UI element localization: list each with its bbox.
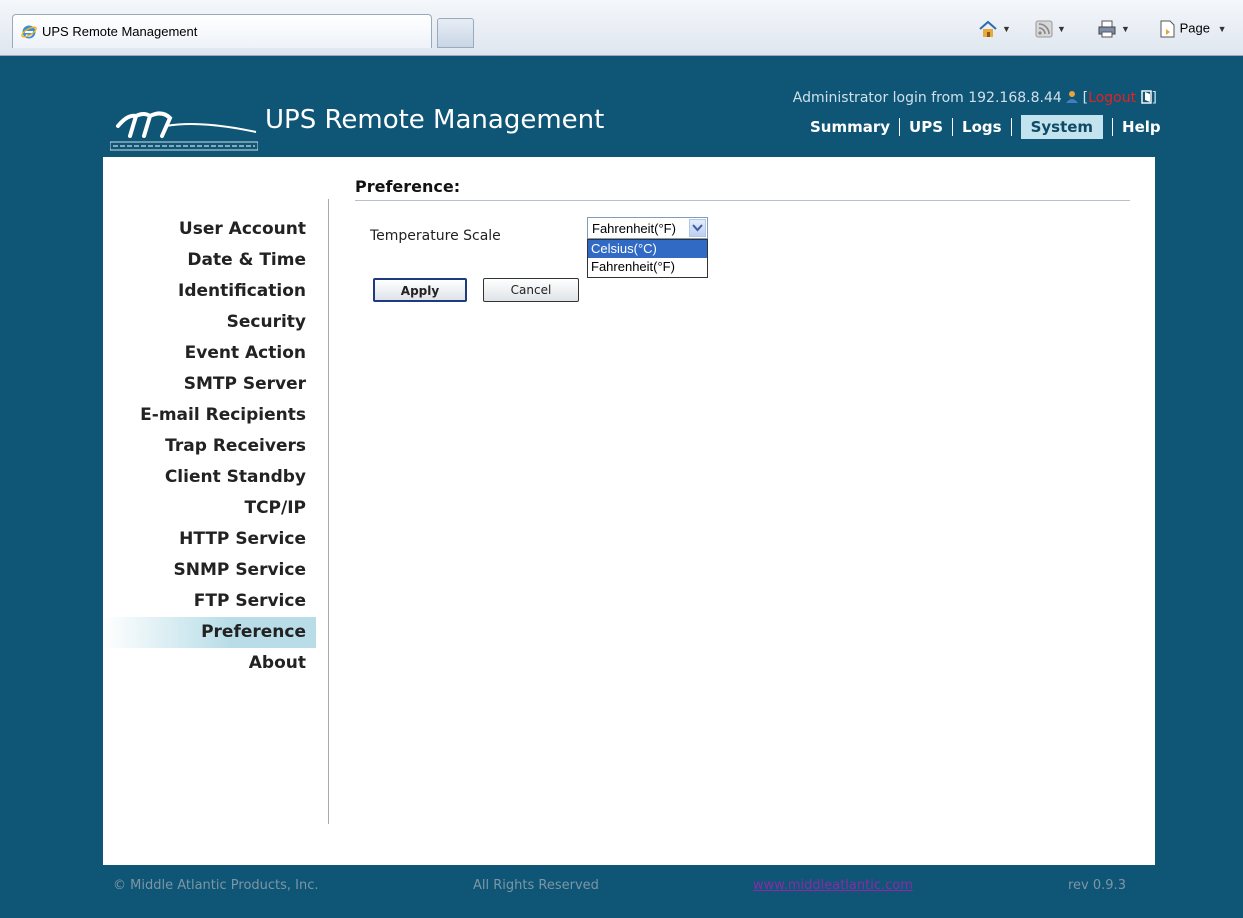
option-celsius[interactable]: Celsius(°C)	[588, 240, 707, 258]
login-text: Administrator login from 192.168.8.44	[792, 90, 1062, 106]
cancel-button[interactable]: Cancel	[483, 278, 579, 302]
printer-icon	[1098, 20, 1116, 38]
select-value: Fahrenheit(°F)	[592, 221, 676, 236]
nav-system[interactable]: System	[1020, 115, 1104, 139]
new-tab-button[interactable]	[437, 18, 474, 48]
app-title: UPS Remote Management	[265, 105, 605, 135]
sidebar-item-security[interactable]: Security	[103, 307, 316, 338]
temperature-scale-select[interactable]: Fahrenheit(°F)	[587, 217, 708, 239]
rights-text: All Rights Reserved	[473, 878, 599, 893]
print-button[interactable]: ▼	[1097, 20, 1130, 40]
dropdown-arrow-button[interactable]	[689, 219, 706, 237]
sidebar: User Account Date & Time Identification …	[103, 214, 316, 679]
preference-content: Preference: Temperature Scale Fahrenheit…	[355, 177, 1130, 302]
user-icon	[1066, 91, 1079, 103]
temperature-scale-label: Temperature Scale	[370, 228, 501, 244]
footer: © Middle Atlantic Products, Inc. All Rig…	[103, 878, 1155, 898]
sidebar-item-event-action[interactable]: Event Action	[103, 338, 316, 369]
option-fahrenheit[interactable]: Fahrenheit(°F)	[588, 258, 707, 276]
tab-title: UPS Remote Management	[42, 24, 198, 39]
nav-help[interactable]: Help	[1122, 118, 1161, 136]
sidebar-item-client-standby[interactable]: Client Standby	[103, 462, 316, 493]
nav-separator	[1010, 118, 1012, 136]
browser-toolbar: UPS Remote Management ▼ ▼ ▼ Page ▼	[0, 0, 1243, 56]
nav-separator	[1112, 118, 1114, 136]
login-info: Administrator login from 192.168.8.44 [L…	[792, 90, 1157, 106]
internet-explorer-icon	[21, 25, 37, 39]
chevron-down-icon: ▼	[1057, 24, 1066, 34]
chevron-down-icon	[692, 224, 703, 232]
page-menu-button[interactable]: Page ▼	[1160, 20, 1227, 40]
nav-separator	[952, 118, 954, 136]
main-panel: User Account Date & Time Identification …	[103, 157, 1155, 865]
section-title: Preference:	[355, 177, 1130, 201]
middle-atlantic-logo	[110, 111, 258, 151]
sidebar-divider	[328, 199, 329, 824]
feeds-button[interactable]: ▼	[1035, 20, 1066, 40]
logout-link[interactable]: Logout	[1088, 90, 1136, 106]
nav-summary[interactable]: Summary	[810, 118, 890, 136]
sidebar-item-user-account[interactable]: User Account	[103, 214, 316, 245]
chevron-down-icon: ▼	[1121, 24, 1130, 34]
page-icon	[1160, 20, 1175, 38]
sidebar-item-tcp-ip[interactable]: TCP/IP	[103, 493, 316, 524]
apply-button[interactable]: Apply	[373, 278, 467, 302]
rss-feed-icon	[1035, 20, 1053, 38]
sidebar-item-trap-receivers[interactable]: Trap Receivers	[103, 431, 316, 462]
nav-separator	[899, 118, 901, 136]
browser-tab[interactable]: UPS Remote Management	[12, 14, 432, 48]
nav-ups[interactable]: UPS	[909, 118, 943, 136]
chevron-down-icon: ▼	[1217, 24, 1227, 34]
sidebar-item-identification[interactable]: Identification	[103, 276, 316, 307]
sidebar-item-http-service[interactable]: HTTP Service	[103, 524, 316, 555]
sidebar-item-date-time[interactable]: Date & Time	[103, 245, 316, 276]
temperature-scale-options: Celsius(°C) Fahrenheit(°F)	[587, 239, 708, 278]
exit-door-icon[interactable]	[1140, 90, 1152, 104]
chevron-down-icon: ▼	[1002, 24, 1011, 34]
sidebar-item-about[interactable]: About	[103, 648, 316, 679]
page-menu-label: Page	[1179, 20, 1210, 36]
sidebar-item-ftp-service[interactable]: FTP Service	[103, 586, 316, 617]
sidebar-item-smtp-server[interactable]: SMTP Server	[103, 369, 316, 400]
copyright-text: © Middle Atlantic Products, Inc.	[113, 878, 319, 893]
sidebar-item-email-recipients[interactable]: E-mail Recipients	[103, 400, 316, 431]
nav-logs[interactable]: Logs	[962, 118, 1002, 136]
home-button[interactable]: ▼	[978, 20, 1011, 40]
top-navigation: Summary UPS Logs System Help	[810, 115, 1161, 143]
revision-text: rev 0.9.3	[1068, 878, 1126, 893]
home-icon	[979, 20, 997, 37]
website-link[interactable]: www.middleatlantic.com	[753, 878, 913, 893]
sidebar-item-snmp-service[interactable]: SNMP Service	[103, 555, 316, 586]
sidebar-item-preference[interactable]: Preference	[103, 617, 316, 648]
